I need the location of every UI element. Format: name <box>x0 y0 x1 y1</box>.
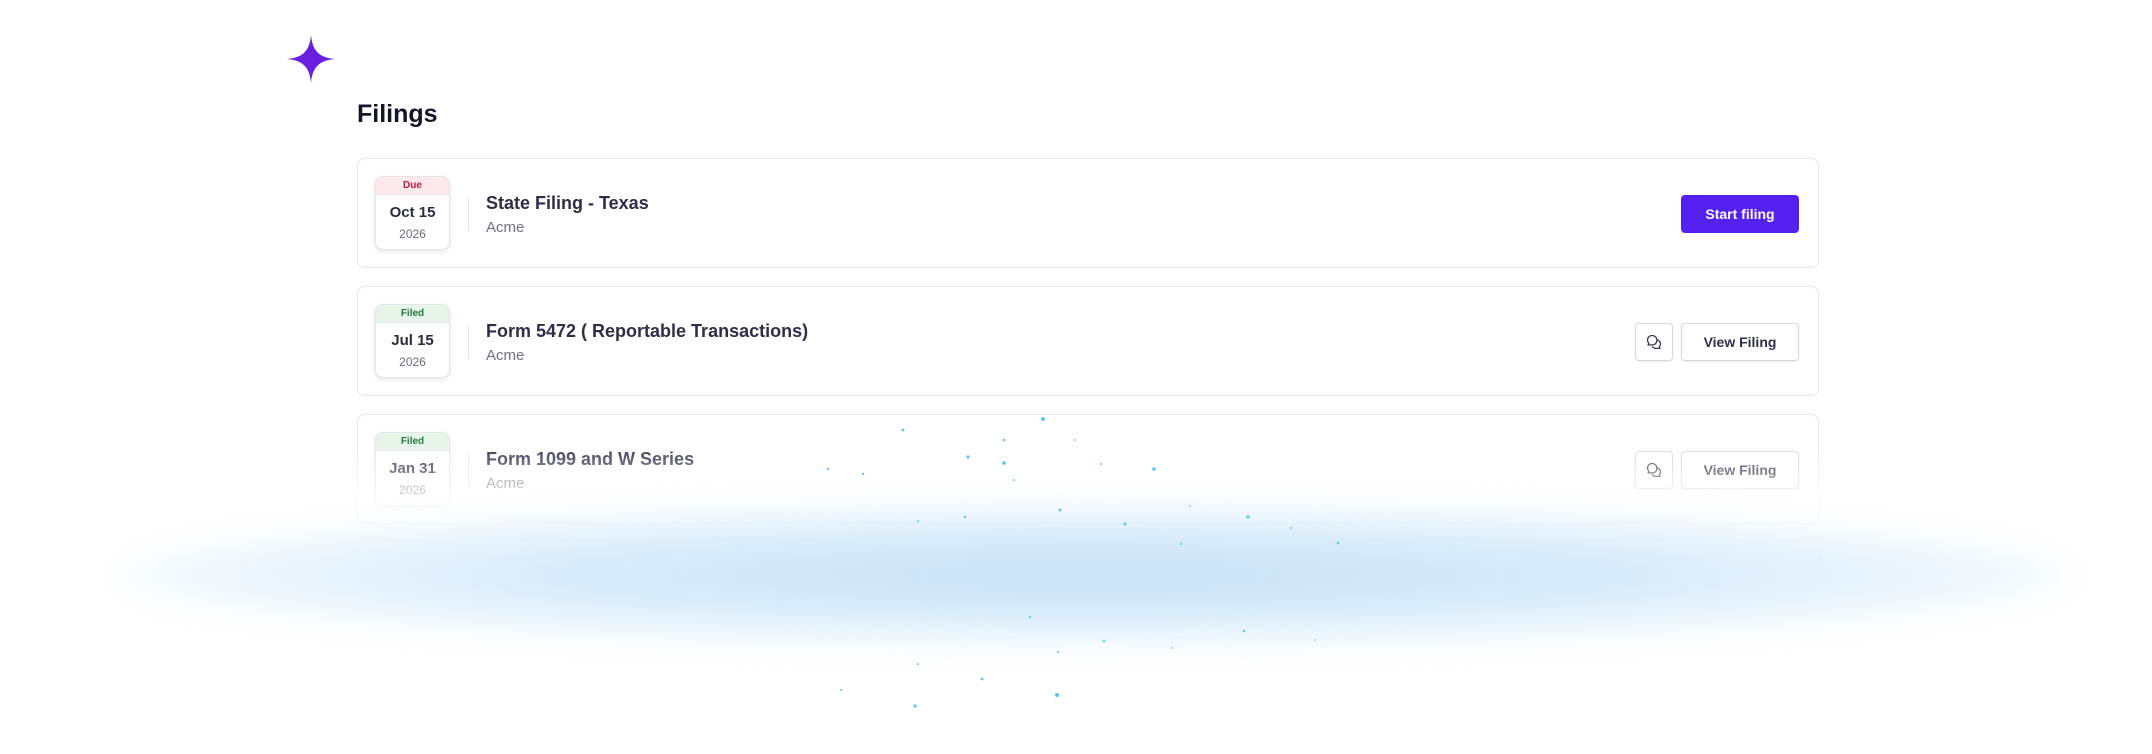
faded-filing-card <box>357 540 1821 571</box>
due-date: Jan 31 <box>389 460 436 477</box>
divider <box>468 325 469 359</box>
due-date-badge: Filed Jul 15 2026 <box>375 304 450 378</box>
filing-title: Form 5472 ( Reportable Transactions) <box>486 321 809 341</box>
due-year: 2026 <box>399 227 426 241</box>
filing-card: Filed Jan 31 2026 Form 1099 and W Series… <box>357 414 1819 524</box>
due-year: 2026 <box>399 355 426 369</box>
filing-company: Acme <box>486 347 525 364</box>
filings-page: Filings Due Oct 15 2026 State Filing - T… <box>0 0 2152 754</box>
due-date: Jul 15 <box>391 332 434 349</box>
chat-bubbles-icon <box>1646 462 1662 478</box>
start-filing-button[interactable]: Start filing <box>1681 195 1799 233</box>
comments-button[interactable] <box>1635 323 1673 361</box>
status-badge: Filed <box>376 433 449 451</box>
due-year: 2026 <box>399 483 426 497</box>
divider <box>468 453 469 487</box>
sparkle-star-icon <box>287 35 335 83</box>
filing-company: Acme <box>486 219 525 236</box>
filing-company: Acme <box>486 475 525 492</box>
filing-card: Filed Jul 15 2026 Form 5472 ( Reportable… <box>357 286 1819 396</box>
filing-title: Form 1099 and W Series <box>486 449 695 469</box>
view-filing-button[interactable]: View Filing <box>1681 451 1799 489</box>
chat-bubbles-icon <box>1646 334 1662 350</box>
due-date-badge: Filed Jan 31 2026 <box>375 432 450 506</box>
page-title: Filings <box>357 100 438 128</box>
status-badge: Filed <box>376 305 449 323</box>
filing-card: Due Oct 15 2026 State Filing - Texas Acm… <box>357 158 1819 268</box>
filings-list: Due Oct 15 2026 State Filing - Texas Acm… <box>357 158 1819 542</box>
filing-title: State Filing - Texas <box>486 193 649 213</box>
divider <box>468 197 469 231</box>
view-filing-button[interactable]: View Filing <box>1681 323 1799 361</box>
due-date: Oct 15 <box>389 204 436 221</box>
status-badge: Due <box>376 177 449 195</box>
due-date-badge: Due Oct 15 2026 <box>375 176 450 250</box>
comments-button[interactable] <box>1635 451 1673 489</box>
